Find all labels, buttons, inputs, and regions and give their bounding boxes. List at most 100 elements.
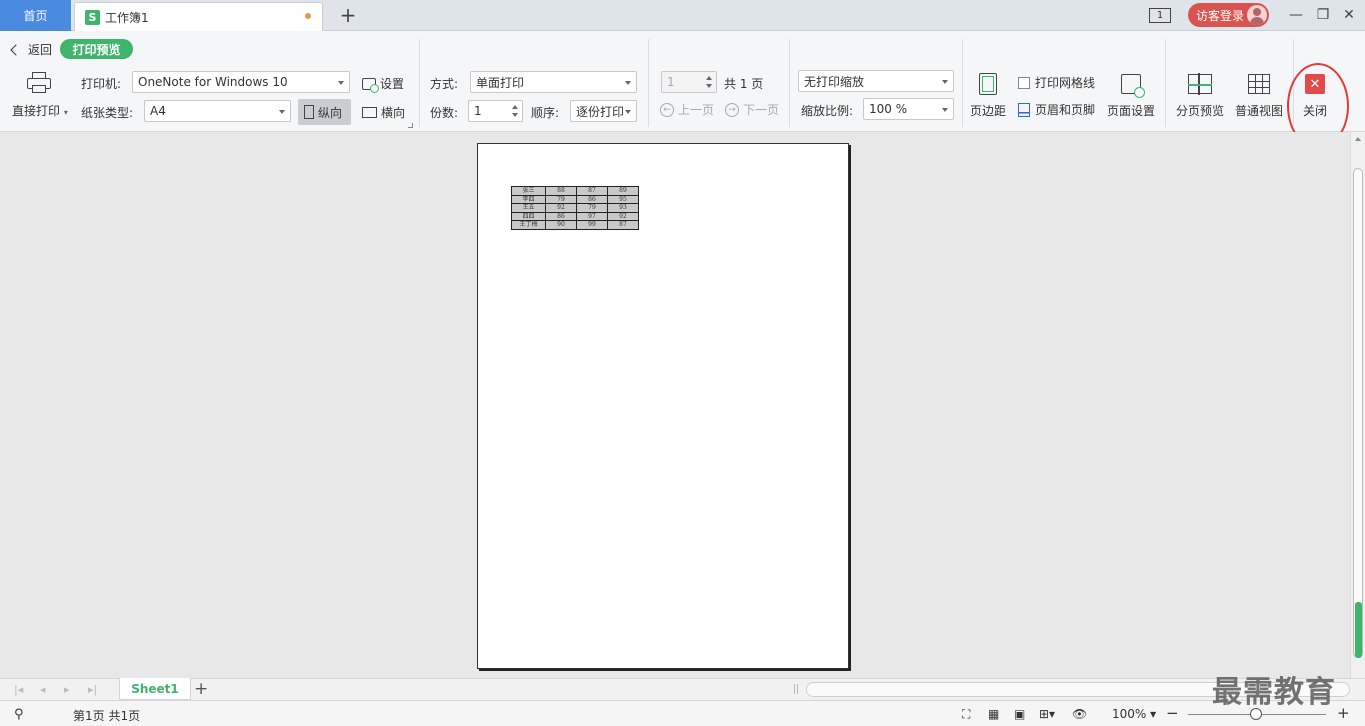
- table-cell: 90: [545, 220, 577, 230]
- margins-button[interactable]: 页边距: [970, 72, 1006, 119]
- scale-ratio-select[interactable]: 100 %: [863, 98, 954, 120]
- header-footer-icon: [1018, 102, 1030, 117]
- window-close-icon[interactable]: ✕: [1339, 5, 1359, 25]
- tab-home[interactable]: 首页: [0, 0, 71, 31]
- printer-icon[interactable]: [27, 72, 51, 94]
- settings-icon: [362, 77, 379, 93]
- page-setup-icon: [1121, 74, 1145, 98]
- tab-workbook[interactable]: S 工作簿1: [74, 2, 323, 31]
- header-footer-button[interactable]: 页眉和页脚: [1018, 101, 1095, 118]
- page-number-value: 1: [667, 75, 675, 89]
- copies-stepper[interactable]: 1: [468, 100, 523, 122]
- next-sheet-icon[interactable]: ▸: [64, 683, 70, 696]
- table-cell: 王丁梅: [511, 220, 546, 230]
- first-sheet-icon[interactable]: |◂: [14, 683, 23, 696]
- margins-icon: [979, 73, 997, 95]
- printer-select[interactable]: OneNote for Windows 10: [132, 71, 350, 93]
- total-pages-label: 共 1 页: [724, 77, 764, 91]
- page-break-view-icon[interactable]: ⊞▾: [1039, 707, 1055, 721]
- table-cell: 92: [607, 211, 639, 221]
- new-tab-button[interactable]: +: [338, 3, 358, 27]
- unsaved-dot-icon: [305, 13, 311, 19]
- margins-label: 页边距: [970, 104, 1007, 118]
- paper-type-label: 纸张类型:: [81, 106, 134, 120]
- vertical-scrollbar[interactable]: [1350, 132, 1365, 678]
- last-sheet-icon[interactable]: ▸|: [88, 683, 97, 696]
- ribbon-divider: [962, 39, 963, 127]
- scroll-splitter[interactable]: [794, 684, 798, 694]
- visitor-login-button[interactable]: 访客登录: [1188, 3, 1269, 27]
- printer-settings-label: 设置: [380, 77, 405, 91]
- table-cell: 张三: [511, 186, 546, 196]
- next-page-button[interactable]: → 下一页: [725, 101, 779, 118]
- print-gridlines-label: 打印网格线: [1035, 76, 1096, 90]
- print-method-value: 单面打印: [476, 75, 525, 90]
- print-method-select[interactable]: 单面打印: [470, 71, 637, 93]
- direct-print-button[interactable]: 直接打印 ▾: [12, 102, 68, 119]
- prev-page-label: 上一页: [678, 103, 715, 117]
- back-button[interactable]: 返回: [10, 41, 52, 58]
- zoom-out-icon[interactable]: −: [1166, 704, 1179, 722]
- table-cell: 87: [576, 186, 608, 196]
- copies-value: 1: [474, 104, 482, 118]
- prev-sheet-icon[interactable]: ◂: [40, 683, 46, 696]
- window-layout-icon[interactable]: 1: [1149, 8, 1171, 23]
- page-setup-button[interactable]: 页面设置: [1107, 72, 1155, 119]
- sheet-tab-sheet1[interactable]: Sheet1: [119, 678, 191, 700]
- table-cell: 79: [545, 194, 577, 204]
- page-layout-icon[interactable]: ▣: [1014, 707, 1025, 721]
- tab-workbook-label: 工作簿1: [105, 10, 149, 25]
- prev-page-button[interactable]: ← 上一页: [660, 101, 714, 118]
- arrow-left-icon: ←: [660, 102, 674, 117]
- table-row: 王丁梅 90 99 87: [511, 220, 639, 230]
- zoom-level-select[interactable]: 100% ▾: [1112, 707, 1156, 721]
- reading-mode-icon[interactable]: 👁: [1072, 707, 1087, 721]
- scroll-up-icon[interactable]: [1355, 137, 1361, 141]
- stepper-down-icon[interactable]: [512, 113, 518, 117]
- stepper-up-icon[interactable]: [512, 105, 518, 109]
- ribbon-divider: [1165, 39, 1166, 127]
- minimize-icon[interactable]: —: [1286, 5, 1306, 25]
- next-page-label: 下一页: [743, 103, 780, 117]
- dropdown-arrow-icon: ▾: [63, 108, 68, 117]
- table-cell: 88: [545, 186, 577, 196]
- print-scaling-select[interactable]: 无打印缩放: [798, 70, 954, 92]
- landscape-label: 横向: [381, 106, 406, 120]
- normal-view-label: 普通视图: [1235, 104, 1284, 118]
- preview-canvas: 张三 88 87 89 李四 79 86 95 王五 92 79 93 四四 86 97 92 王丁梅 90 99 8…: [0, 132, 1350, 678]
- ribbon-divider: [419, 39, 420, 127]
- fullscreen-icon[interactable]: ⛶: [962, 707, 970, 722]
- ribbon-divider: [789, 39, 790, 127]
- header-footer-label: 页眉和页脚: [1035, 103, 1096, 117]
- scroll-thumb[interactable]: [1353, 168, 1363, 658]
- restore-icon[interactable]: ❐: [1313, 5, 1333, 25]
- table-cell: 89: [607, 186, 639, 196]
- paper-type-value: A4: [150, 104, 166, 118]
- normal-view-button[interactable]: 普通视图: [1235, 72, 1283, 119]
- checkbox-icon: [1018, 76, 1030, 89]
- title-bar: 首页 S 工作簿1 + 1 访客登录 — ❐ ✕: [0, 0, 1365, 31]
- portrait-button[interactable]: 纵向: [298, 99, 351, 125]
- group-expand-icon[interactable]: [408, 123, 413, 128]
- scale-ratio-value: 100 %: [869, 102, 908, 116]
- table-cell: 99: [576, 220, 608, 230]
- scale-ratio-label: 缩放比例:: [801, 104, 854, 118]
- chevron-left-icon: [10, 43, 22, 56]
- portrait-page-icon: [304, 105, 314, 119]
- print-order-select[interactable]: 逐份打印: [570, 100, 637, 122]
- page-number-stepper[interactable]: 1: [661, 71, 717, 93]
- page-break-label: 分页预览: [1176, 104, 1225, 118]
- paper-type-select[interactable]: A4: [144, 100, 291, 122]
- add-sheet-button[interactable]: +: [194, 679, 208, 699]
- table-cell: 79: [576, 203, 608, 213]
- print-gridlines-checkbox[interactable]: 打印网格线: [1018, 74, 1095, 91]
- visitor-login-label: 访客登录: [1196, 8, 1245, 23]
- page-break-preview-button[interactable]: 分页预览: [1176, 72, 1224, 119]
- watermark-logo: 最需教育: [1212, 675, 1336, 710]
- landscape-button[interactable]: 横向: [362, 104, 405, 121]
- ribbon-divider: [648, 39, 649, 127]
- printer-settings-button[interactable]: 设置: [362, 75, 405, 93]
- location-icon[interactable]: ⚲: [14, 707, 24, 722]
- normal-grid-icon[interactable]: ▦: [988, 707, 999, 721]
- zoom-in-icon[interactable]: +: [1337, 704, 1350, 722]
